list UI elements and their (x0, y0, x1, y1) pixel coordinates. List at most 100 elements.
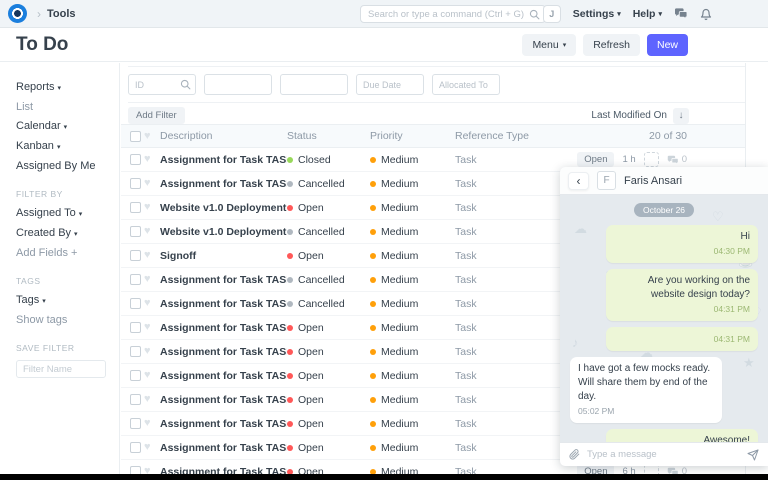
caret-down-icon: ▾ (64, 124, 68, 131)
row-description[interactable]: Signoff (160, 250, 287, 262)
row-meta: Open1 h0 (555, 152, 745, 167)
row-checkbox[interactable] (130, 274, 141, 285)
search-icon (529, 9, 540, 20)
row-checkbox[interactable] (130, 346, 141, 357)
user-avatar[interactable]: J (543, 5, 561, 23)
row-description[interactable]: Assignment for Task TASK-2019-00 (160, 394, 287, 406)
row-checkbox[interactable] (130, 154, 141, 165)
app-logo-icon[interactable] (8, 4, 27, 23)
sidebar-item-reports[interactable]: Reports▾ (16, 78, 113, 98)
row-description[interactable]: Assignment for Task TASK-2019-00 (160, 154, 287, 166)
heart-icon[interactable]: ♥ (144, 250, 160, 261)
message-time: 05:02 PM (578, 406, 714, 418)
column-reference-type: Reference Type (455, 130, 555, 142)
heart-icon[interactable]: ♥ (144, 442, 160, 453)
row-reference-type: Task (455, 298, 555, 310)
refresh-button[interactable]: Refresh (583, 34, 640, 56)
settings-menu[interactable]: Settings▾ (573, 8, 621, 20)
filter-input-id[interactable] (135, 80, 180, 90)
row-description[interactable]: Assignment for Task TASK-2019-00 (160, 322, 287, 334)
row-description[interactable]: Assignment for Task TASK-2019-00 (160, 442, 287, 454)
row-reference-type: Task (455, 154, 555, 166)
heart-icon[interactable]: ♥ (144, 322, 160, 333)
row-checkbox[interactable] (130, 394, 141, 405)
back-chevron-icon[interactable]: ‹ (568, 172, 589, 190)
breadcrumb[interactable]: Tools (47, 8, 76, 20)
assign-avatar-placeholder[interactable] (644, 152, 659, 167)
paperclip-icon[interactable] (569, 449, 580, 460)
row-description[interactable]: Assignment for Task TASK-2019-00 (160, 346, 287, 358)
chat-icon[interactable] (674, 8, 688, 20)
filter-input-allocated-to[interactable] (439, 80, 495, 90)
row-description[interactable]: Assignment for Task TASK-2019-00 (160, 370, 287, 382)
row-checkbox[interactable] (130, 370, 141, 381)
row-priority: Medium (370, 298, 455, 310)
row-status: Cancelled (287, 298, 370, 310)
column-description: Description (160, 130, 287, 142)
sidebar-item-add-fields[interactable]: Add Fields+ (16, 244, 113, 263)
row-description[interactable]: Assignment for Task TASK-2019-00 (160, 178, 287, 190)
heart-icon[interactable]: ♥ (144, 274, 160, 285)
filter-field-id (128, 74, 196, 95)
heart-icon[interactable]: ♥ (144, 394, 160, 405)
row-description[interactable]: Assignment for Task TASK-2019-00 (160, 418, 287, 430)
row-description[interactable]: Assignment for Task TASK-2019-00 (160, 298, 287, 310)
row-checkbox[interactable] (130, 322, 141, 333)
chat-panel: ‹ F Faris Ansari ☁♡✂☕♪✉☂★❀☾♡☁ October 26… (560, 167, 768, 466)
row-reference-type: Task (455, 202, 555, 214)
row-checkbox[interactable] (130, 226, 141, 237)
help-menu[interactable]: Help▾ (633, 8, 662, 20)
heart-icon[interactable]: ♥ (144, 370, 160, 381)
chat-message-input[interactable] (587, 449, 740, 460)
caret-down-icon: ▾ (74, 231, 78, 238)
heart-icon[interactable]: ♥ (144, 418, 160, 429)
filter-input-blank-2[interactable] (287, 80, 343, 90)
sort-label[interactable]: Last Modified On (591, 110, 667, 121)
new-button[interactable]: New (647, 34, 688, 56)
menu-button[interactable]: Menu▾ (522, 34, 576, 56)
sidebar-filterby-group: Assigned To▾Created By▾Add Fields+ (16, 204, 113, 263)
row-checkbox[interactable] (130, 250, 141, 261)
filter-input-due-date[interactable] (363, 80, 419, 90)
row-description[interactable]: Assignment for Task TASK-2019-00 (160, 274, 287, 286)
column-status: Status (287, 130, 370, 142)
chat-input-bar (560, 442, 768, 466)
sidebar-item-list[interactable]: List (16, 98, 113, 117)
row-description[interactable]: Website v1.0 Deployment & Closure (160, 226, 287, 238)
sidebar-item-tags[interactable]: Tags▾ (16, 291, 113, 311)
bell-icon[interactable] (700, 8, 712, 21)
row-checkbox[interactable] (130, 298, 141, 309)
row-priority: Medium (370, 442, 455, 454)
sidebar-item-assigned-by-me[interactable]: Assigned By Me (16, 157, 113, 176)
row-checkbox[interactable] (130, 202, 141, 213)
comment-count[interactable]: 0 (667, 154, 687, 165)
heart-icon[interactable]: ♥ (144, 154, 160, 165)
heart-icon[interactable]: ♥ (144, 178, 160, 189)
row-description[interactable]: Website v1.0 Deployment & Closure (160, 202, 287, 214)
bottom-bar (0, 474, 768, 480)
sort-direction-icon[interactable]: ↓ (673, 108, 689, 124)
sidebar-tags-group: Tags▾Show tags (16, 291, 113, 330)
heart-icon[interactable]: ♥ (144, 226, 160, 237)
sidebar-item-assigned-to[interactable]: Assigned To▾ (16, 204, 113, 224)
add-filter-button[interactable]: Add Filter (128, 107, 185, 124)
sidebar-item-show-tags[interactable]: Show tags (16, 311, 113, 330)
row-checkbox[interactable] (130, 442, 141, 453)
row-reference-type: Task (455, 322, 555, 334)
assignment-status-badge[interactable]: Open (577, 152, 614, 167)
heart-icon[interactable]: ♥ (144, 202, 160, 213)
column-priority: Priority (370, 130, 455, 142)
search-input[interactable] (368, 9, 529, 20)
comment-count-value: 0 (682, 154, 687, 165)
sidebar-item-kanban[interactable]: Kanban▾ (16, 137, 113, 157)
heart-icon[interactable]: ♥ (144, 298, 160, 309)
sidebar-item-calendar[interactable]: Calendar▾ (16, 117, 113, 137)
row-checkbox[interactable] (130, 178, 141, 189)
filter-input-blank-1[interactable] (211, 80, 267, 90)
select-all-checkbox[interactable] (130, 131, 141, 142)
heart-icon[interactable]: ♥ (144, 346, 160, 357)
row-checkbox[interactable] (130, 418, 141, 429)
send-icon[interactable] (747, 449, 759, 461)
sidebar-item-created-by[interactable]: Created By▾ (16, 224, 113, 244)
filter-name-input[interactable] (16, 360, 106, 378)
